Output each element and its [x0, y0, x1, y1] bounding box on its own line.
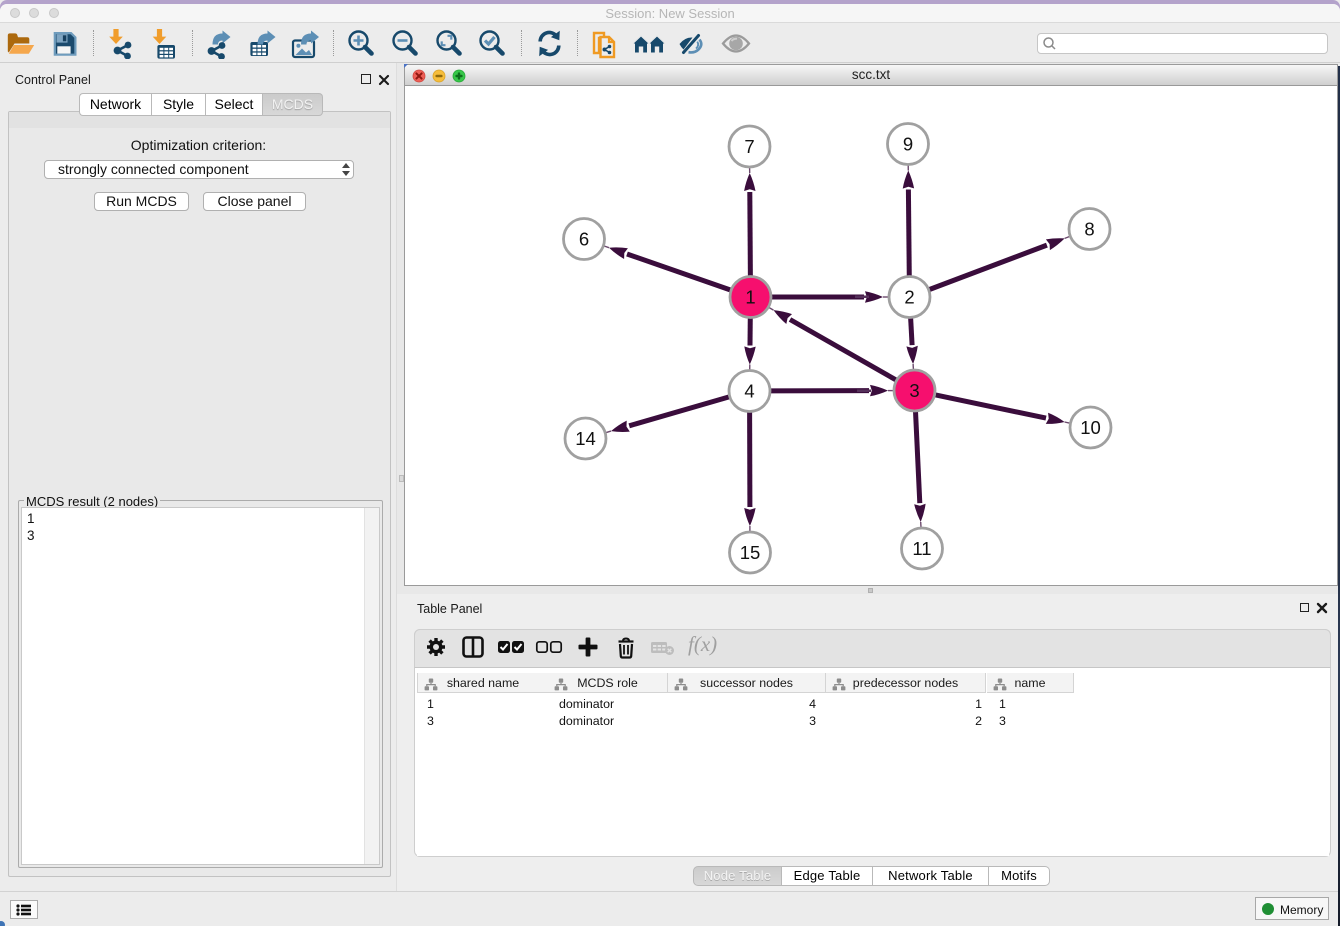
svg-text:15: 15	[740, 542, 761, 563]
svg-text:9: 9	[903, 134, 913, 155]
svg-text:4: 4	[744, 381, 754, 402]
svg-text:11: 11	[912, 538, 931, 559]
svg-text:10: 10	[1080, 417, 1101, 438]
svg-text:1: 1	[745, 287, 755, 308]
svg-text:3: 3	[909, 380, 919, 401]
svg-text:2: 2	[904, 287, 914, 308]
svg-text:6: 6	[579, 229, 589, 250]
svg-text:8: 8	[1084, 219, 1094, 240]
svg-text:7: 7	[744, 136, 754, 157]
svg-text:14: 14	[575, 428, 596, 449]
